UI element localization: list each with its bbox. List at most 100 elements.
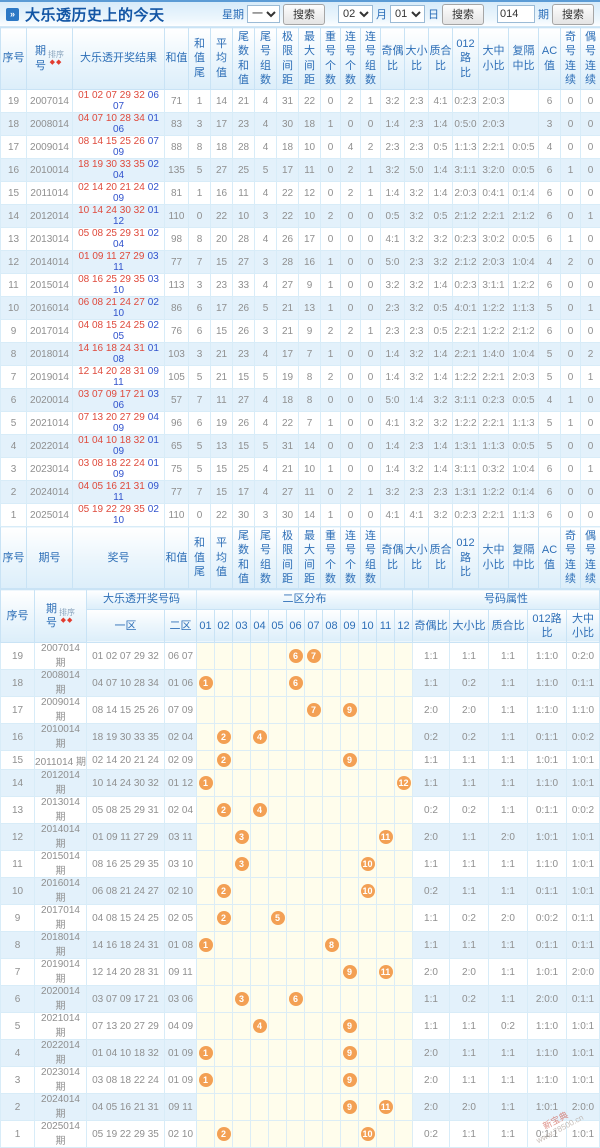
stat-cell: 0:2:3 — [453, 228, 479, 251]
back-ball: 2 — [217, 1127, 231, 1141]
stat-cell: 3:2 — [381, 159, 405, 182]
stat-cell: 5 — [189, 159, 211, 182]
front-zone-numbers: 01 02 07 29 32 — [78, 90, 145, 101]
attr-cell: 1:1 — [489, 1121, 528, 1148]
stat-cell: 3:2 — [429, 389, 453, 412]
zone1-cell: 14 16 18 24 31 — [87, 932, 165, 959]
sort-control[interactable]: 排序◆◆ — [48, 51, 64, 66]
stat-cell: 3:2 — [405, 297, 429, 320]
stat-cell: 3 — [255, 251, 277, 274]
dist-cell: 2 — [215, 878, 233, 905]
zone2-cell: 02 10 — [165, 1121, 197, 1148]
stat-cell: 0 — [321, 435, 341, 458]
col-header: 质合 比 — [429, 527, 453, 589]
stat-cell: 0:0:5 — [509, 136, 539, 159]
month-select[interactable]: 02 — [338, 5, 373, 23]
stat-cell: 5 — [255, 366, 277, 389]
dist-cell: 3 — [233, 824, 251, 851]
dist-cell — [269, 824, 287, 851]
stat-cell: 71 — [165, 90, 189, 113]
issue-search-button[interactable]: 搜索 — [552, 4, 594, 25]
stat-cell: 4:1 — [381, 228, 405, 251]
dist-col-header: 08 — [323, 609, 341, 643]
stat-cell: 1:0:4 — [509, 458, 539, 481]
stat-cell: 2:3 — [405, 320, 429, 343]
seq-cell: 15 — [1, 182, 27, 205]
stat-cell: 1:1:3 — [453, 136, 479, 159]
seq-cell: 7 — [1, 366, 27, 389]
stat-cell: 0 — [361, 251, 381, 274]
stat-cell: 1 — [561, 389, 581, 412]
issue-cell: 2024014 — [27, 481, 73, 504]
stat-cell: 1 — [189, 90, 211, 113]
stat-cell: 8 — [189, 228, 211, 251]
week-search-button[interactable]: 搜索 — [283, 4, 325, 25]
table-row: 142012014 期10 14 24 30 3201 121121:11:11… — [1, 770, 600, 797]
dist-cell — [233, 959, 251, 986]
col-header: 奇偶 比 — [381, 28, 405, 90]
col-header: 大乐透开奖结果 — [73, 28, 165, 90]
stat-cell: 0:2:3 — [453, 90, 479, 113]
issue-cell: 2013014 期 — [35, 797, 87, 824]
day-select[interactable]: 01 — [390, 5, 425, 23]
stat-cell: 10 — [299, 205, 321, 228]
stat-cell: 10 — [299, 458, 321, 481]
dist-cell — [341, 851, 359, 878]
dist-cell — [233, 1040, 251, 1067]
col-header: 质合 比 — [429, 28, 453, 90]
stat-cell: 1:4 — [381, 458, 405, 481]
attr-cell: 1:0:1 — [567, 878, 600, 905]
stat-cell: 1 — [361, 182, 381, 205]
stat-cell: 1 — [581, 458, 600, 481]
stat-cell: 4 — [255, 274, 277, 297]
issue-cell: 2012014 — [27, 205, 73, 228]
dist-cell — [359, 824, 377, 851]
dist-cell — [233, 751, 251, 770]
stat-cell: 0:0:5 — [509, 389, 539, 412]
dist-cell: 11 — [377, 959, 395, 986]
stat-cell: 0 — [581, 412, 600, 435]
stat-cell: 1:2:2 — [479, 481, 509, 504]
stat-cell: 0 — [581, 228, 600, 251]
date-search-button[interactable]: 搜索 — [442, 4, 484, 25]
dist-cell — [359, 1094, 377, 1121]
zone2-cell: 09 11 — [165, 1094, 197, 1121]
issue-cell: 2017014 期 — [35, 905, 87, 932]
dist-cell — [395, 1121, 413, 1148]
stat-cell: 2:0:3 — [479, 251, 509, 274]
dist-cell — [287, 1013, 305, 1040]
zone1-cell: 05 08 25 29 31 — [87, 797, 165, 824]
stat-cell: 2:1:2 — [453, 205, 479, 228]
issue-input[interactable] — [497, 5, 535, 23]
sort-control[interactable]: 排序◆◆ — [59, 609, 75, 624]
back-ball: 9 — [343, 1046, 357, 1060]
stat-cell: 77 — [165, 251, 189, 274]
zone1-cell: 08 14 15 25 26 — [87, 697, 165, 724]
dist-cell — [197, 851, 215, 878]
attr-cell: 1:1:0 — [528, 851, 567, 878]
stat-cell: 9 — [299, 320, 321, 343]
attr-cell: 2:0 — [450, 697, 489, 724]
stat-cell: 22 — [299, 90, 321, 113]
back-ball: 1 — [199, 1046, 213, 1060]
stat-cell: 4 — [255, 136, 277, 159]
table-row: 19200701401 02 07 29 3206 07711142143122… — [1, 90, 600, 113]
stat-cell: 1:1:3 — [509, 504, 539, 527]
stat-cell: 21 — [211, 343, 233, 366]
stat-cell: 0 — [561, 182, 581, 205]
stat-cell: 16 — [299, 251, 321, 274]
table-row: 42022014 期01 04 10 18 3201 09192:01:11:1… — [1, 1040, 600, 1067]
stat-cell: 2 — [341, 90, 361, 113]
dist-cell — [395, 643, 413, 670]
issue-cell: 2007014 期 — [35, 643, 87, 670]
zone1-cell: 01 02 07 29 32 — [87, 643, 165, 670]
dist-cell — [377, 697, 395, 724]
stat-cell: 4 — [255, 113, 277, 136]
stat-cell: 0:0:5 — [509, 435, 539, 458]
stat-cell: 0 — [361, 113, 381, 136]
seq-cell: 10 — [1, 297, 27, 320]
attr-cell: 0:2 — [413, 797, 450, 824]
dist-cell — [269, 959, 287, 986]
stat-cell: 3:2 — [405, 343, 429, 366]
week-select[interactable]: 一 — [247, 5, 280, 23]
